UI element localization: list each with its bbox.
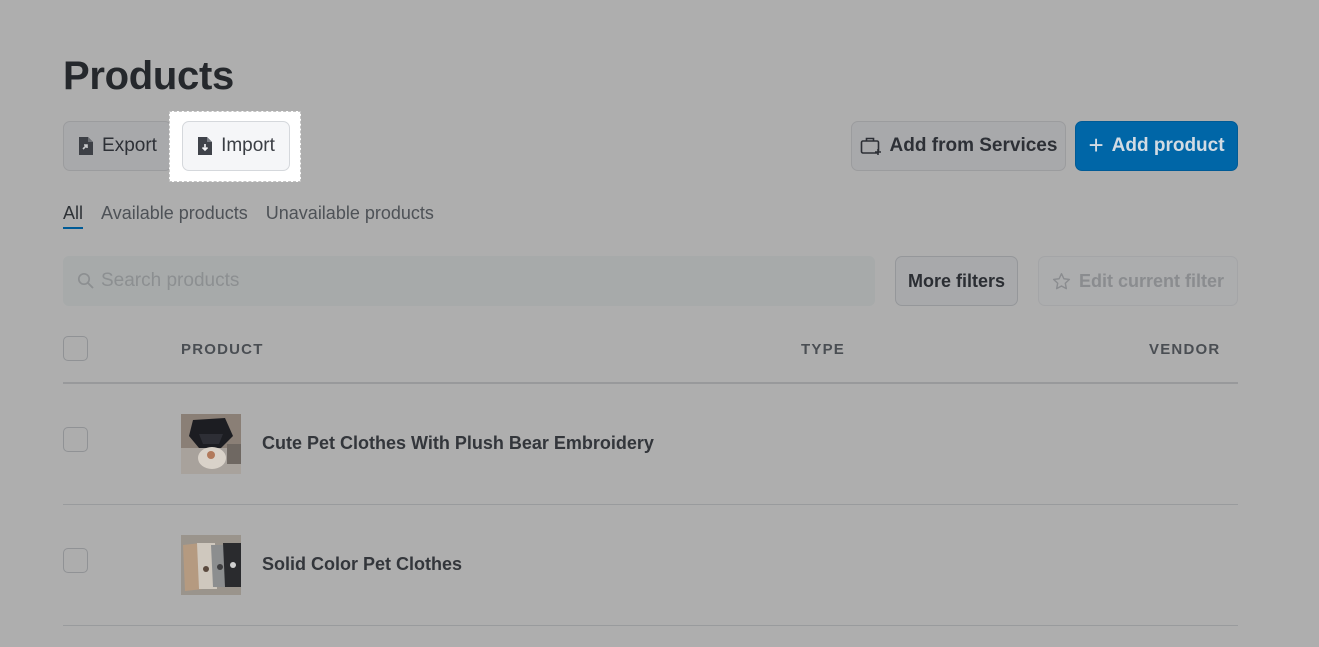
- row-checkbox[interactable]: [63, 427, 88, 452]
- more-filters-label: More filters: [907, 270, 1006, 291]
- star-icon: [1052, 272, 1071, 291]
- add-product-button[interactable]: + Add product: [1075, 121, 1238, 171]
- tab-available-products[interactable]: Available products: [101, 203, 248, 229]
- add-product-label: Add product: [1111, 135, 1225, 156]
- import-button[interactable]: Import: [182, 121, 290, 171]
- export-label: Export: [102, 135, 157, 156]
- column-header-product[interactable]: PRODUCT: [181, 341, 264, 358]
- file-export-icon: [78, 136, 94, 156]
- search-placeholder: Search products: [101, 270, 240, 291]
- file-import-icon: [197, 136, 213, 156]
- edit-current-filter-button[interactable]: Edit current filter: [1038, 256, 1238, 306]
- column-header-vendor[interactable]: VENDOR: [1149, 341, 1220, 358]
- plus-icon: +: [1088, 129, 1104, 160]
- edit-current-filter-label: Edit current filter: [1078, 270, 1225, 291]
- select-all-checkbox[interactable]: [63, 336, 88, 361]
- table-header-divider: [63, 382, 1238, 384]
- add-from-services-button[interactable]: Add from Services: [851, 121, 1066, 171]
- product-name-link[interactable]: Solid Color Pet Clothes: [262, 554, 462, 575]
- product-tabs: All Available products Unavailable produ…: [63, 203, 434, 229]
- product-thumbnail[interactable]: [181, 414, 241, 474]
- export-button[interactable]: Export: [63, 121, 172, 171]
- row-divider: [63, 625, 1238, 626]
- add-from-services-label: Add from Services: [889, 135, 1058, 156]
- product-thumbnail[interactable]: [181, 535, 241, 595]
- row-divider: [63, 504, 1238, 505]
- products-page: Products Export Import Add from Services…: [0, 0, 1319, 647]
- search-icon: [77, 272, 95, 290]
- product-name-link[interactable]: Cute Pet Clothes With Plush Bear Embroid…: [262, 433, 654, 454]
- services-box-icon: [860, 136, 882, 156]
- tab-unavailable-products[interactable]: Unavailable products: [266, 203, 434, 229]
- tab-all[interactable]: All: [63, 203, 84, 229]
- row-checkbox[interactable]: [63, 548, 88, 573]
- page-title: Products: [63, 54, 234, 98]
- search-input[interactable]: Search products: [63, 256, 875, 306]
- column-header-type[interactable]: TYPE: [801, 341, 845, 358]
- more-filters-button[interactable]: More filters: [895, 256, 1018, 306]
- import-label: Import: [221, 135, 275, 156]
